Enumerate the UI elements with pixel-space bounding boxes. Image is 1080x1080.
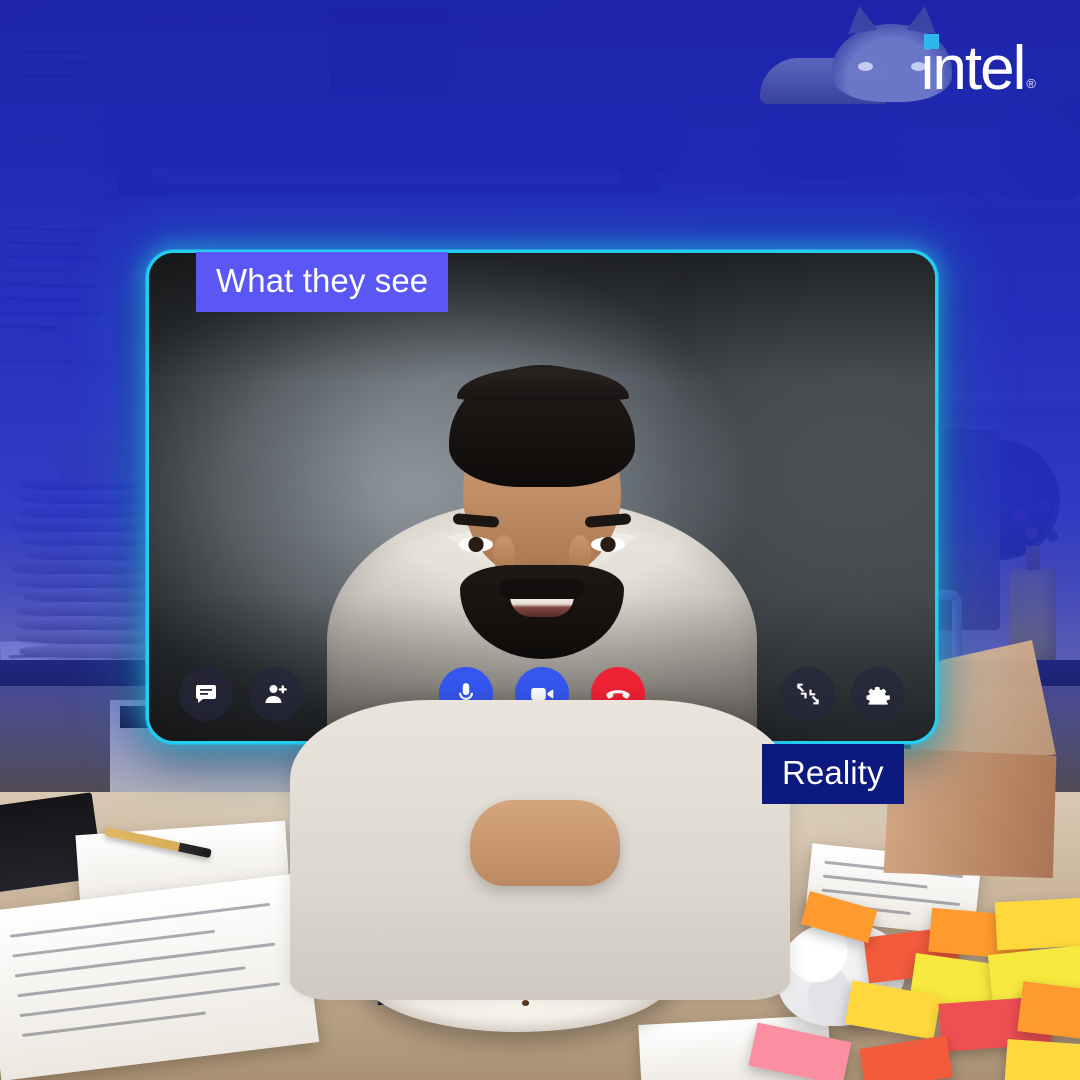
registered-trademark-icon: ® bbox=[1026, 76, 1036, 92]
call-controls-right bbox=[781, 667, 905, 721]
intel-dot-icon bbox=[923, 34, 939, 49]
reality-label: Reality bbox=[762, 744, 904, 804]
video-call-window[interactable] bbox=[146, 250, 938, 744]
settings-button[interactable] bbox=[851, 667, 905, 721]
collapse-button[interactable] bbox=[781, 667, 835, 721]
gear-icon bbox=[866, 686, 890, 705]
food-crumb bbox=[522, 1000, 529, 1006]
collapse-icon bbox=[796, 683, 820, 705]
chat-button[interactable] bbox=[179, 667, 233, 721]
what-they-see-label: What they see bbox=[196, 252, 449, 312]
sticky-note bbox=[994, 897, 1080, 951]
paper-bag bbox=[883, 748, 1057, 878]
sticky-note bbox=[1017, 981, 1080, 1041]
intel-logo: intel ® bbox=[921, 34, 1036, 100]
call-controls-left bbox=[179, 667, 303, 721]
add-participant-button[interactable] bbox=[249, 667, 303, 721]
clasped-hands bbox=[470, 800, 620, 886]
intel-wordmark: intel bbox=[921, 34, 1026, 100]
chat-icon bbox=[196, 685, 216, 703]
sticky-note bbox=[1004, 1039, 1080, 1080]
poster-canvas: intel ® What they see Reality bbox=[0, 0, 1080, 1080]
add-person-icon bbox=[265, 685, 287, 703]
